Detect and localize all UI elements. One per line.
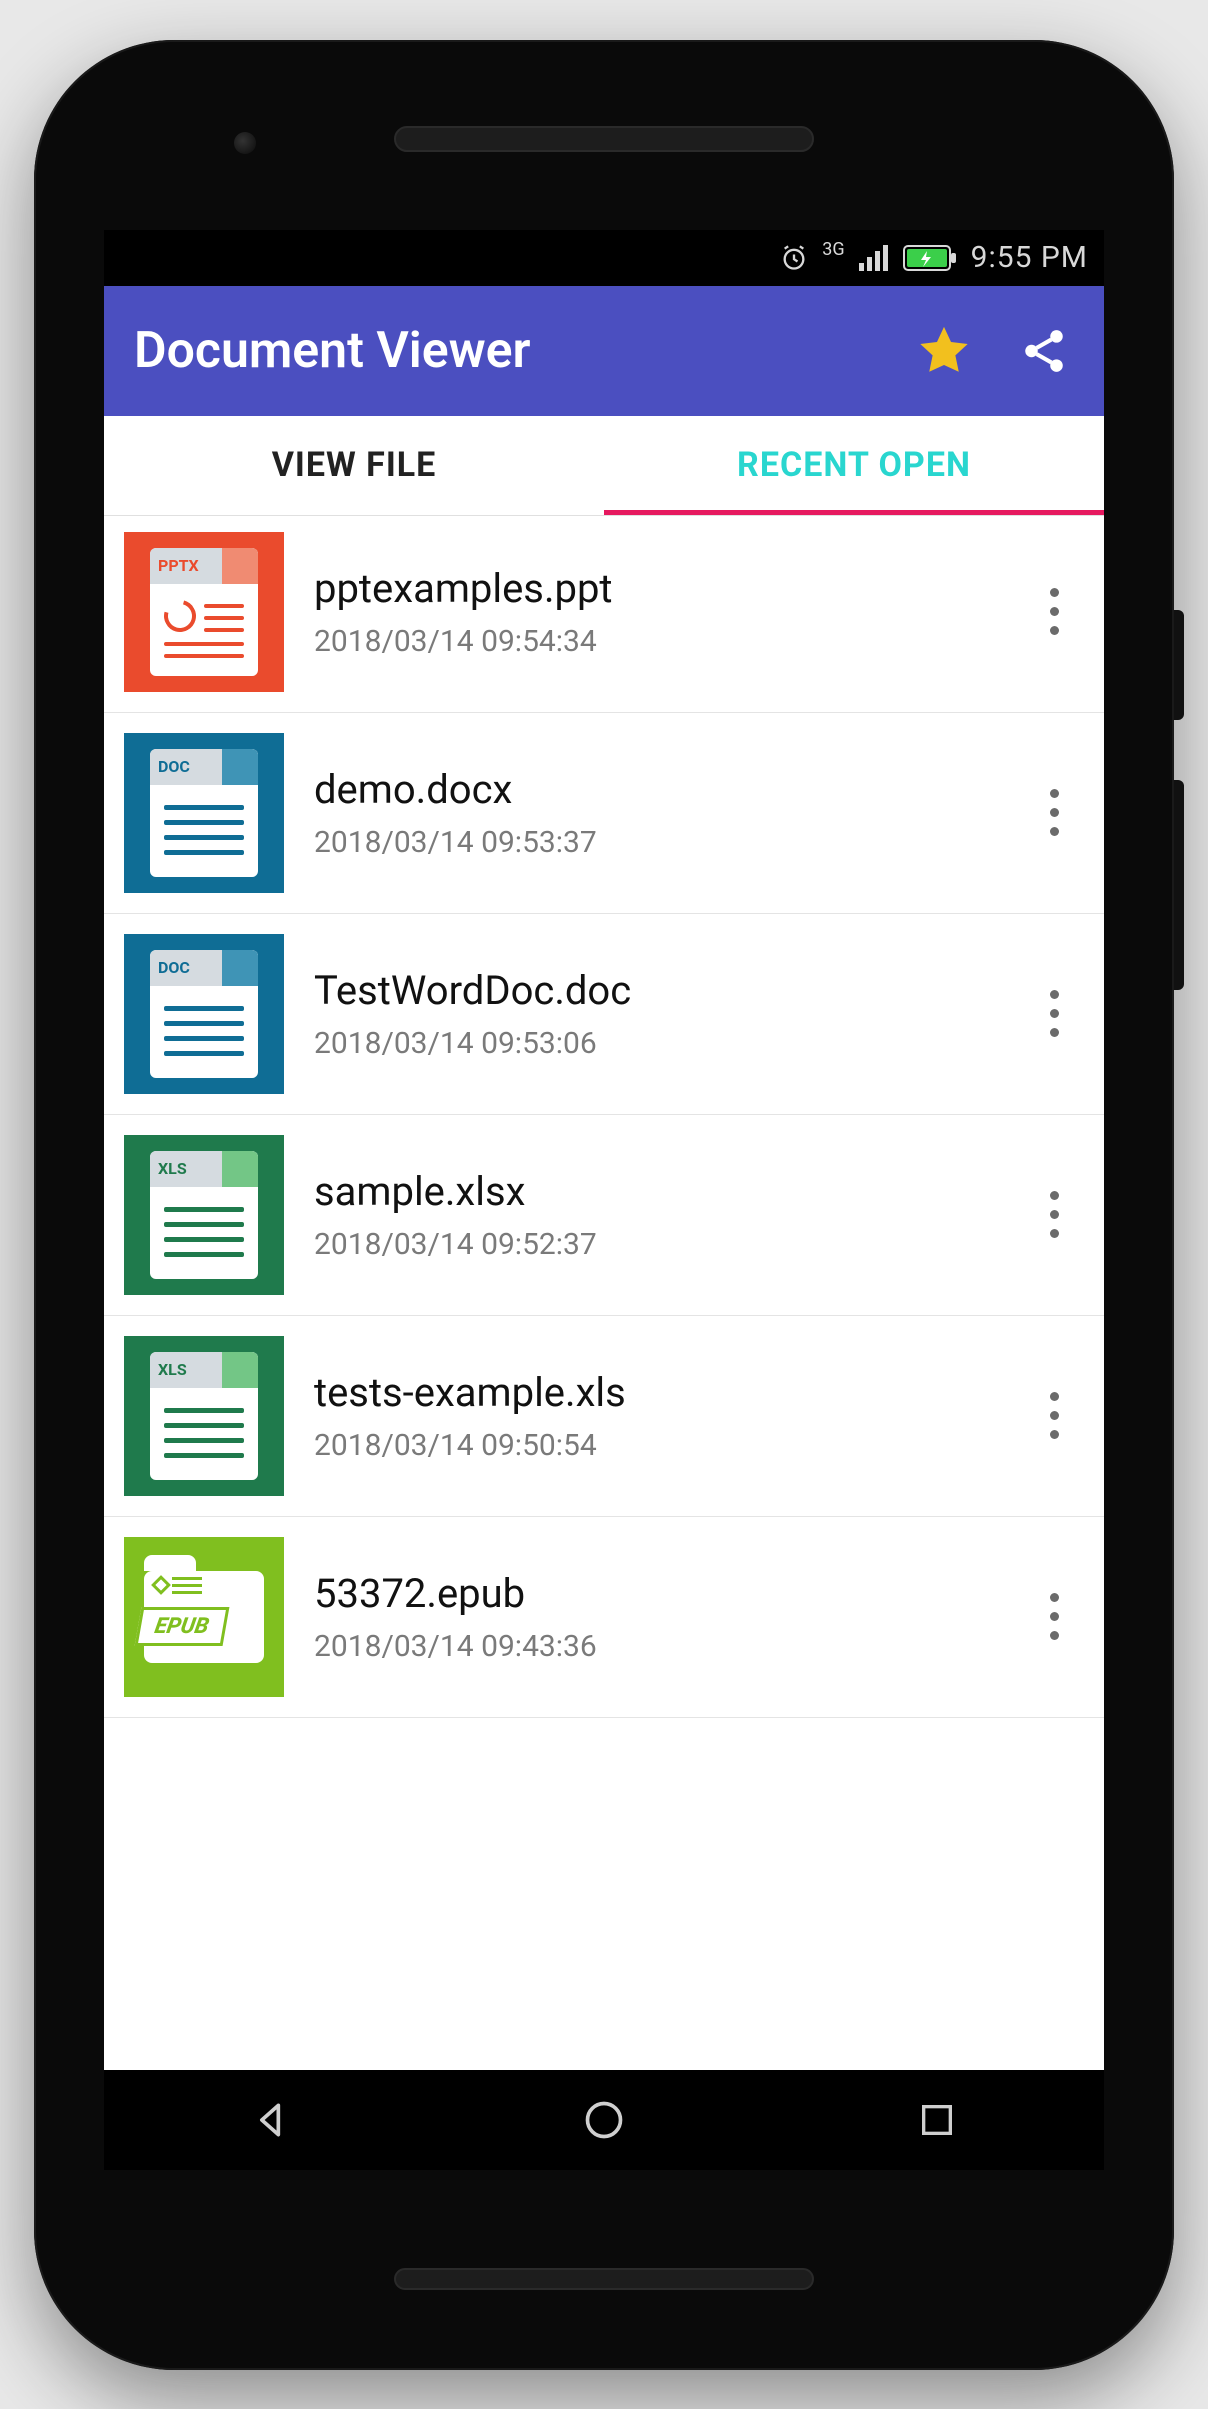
file-name: pptexamples.ppt [314,565,994,612]
tab-label: VIEW FILE [272,445,437,485]
list-item[interactable]: PPTX pptexamples.ppt 2018/03/14 09:54:34 [104,516,1104,713]
screen: 3G 9:55 PM Document [104,230,1104,2170]
side-button [1174,610,1184,720]
file-type-badge: DOC [158,958,190,977]
file-name: tests-example.xls [314,1369,994,1416]
pptx-file-icon: PPTX [124,532,284,692]
list-item[interactable]: EPUB 53372.epub 2018/03/14 09:43:36 [104,1517,1104,1718]
more-icon [1050,1392,1059,1401]
list-item[interactable]: DOC TestWordDoc.doc 2018/03/14 09:53:06 [104,914,1104,1115]
back-icon [249,2098,293,2142]
file-type-badge: DOC [158,757,190,776]
file-meta: 53372.epub 2018/03/14 09:43:36 [314,1570,994,1664]
more-icon [1050,1191,1059,1200]
more-button[interactable] [1024,1376,1084,1456]
status-bar: 3G 9:55 PM [104,230,1104,286]
recents-button[interactable] [907,2090,967,2150]
side-button [1174,780,1184,990]
list-item[interactable]: XLS tests-example.xls 2018/03/14 09:50:5… [104,1316,1104,1517]
file-date: 2018/03/14 09:54:34 [314,624,994,659]
file-date: 2018/03/14 09:43:36 [314,1629,994,1664]
file-name: TestWordDoc.doc [314,967,994,1014]
file-type-badge: XLS [158,1159,187,1178]
more-icon [1050,588,1059,597]
app-bar: Document Viewer [104,286,1104,416]
alarm-icon [780,244,808,272]
file-name: demo.docx [314,766,994,813]
network-type-label: 3G [822,239,844,260]
file-date: 2018/03/14 09:53:06 [314,1026,994,1061]
file-meta: TestWordDoc.doc 2018/03/14 09:53:06 [314,967,994,1061]
system-nav-bar [104,2070,1104,2170]
more-icon [1050,789,1059,798]
recents-icon [917,2100,957,2140]
file-meta: demo.docx 2018/03/14 09:53:37 [314,766,994,860]
more-icon [1050,1593,1059,1602]
file-meta: tests-example.xls 2018/03/14 09:50:54 [314,1369,994,1463]
proximity-sensor [234,132,256,154]
file-list: PPTX pptexamples.ppt 2018/03/14 09:54:34 [104,516,1104,1718]
file-type-badge: PPTX [158,556,199,575]
more-button[interactable] [1024,773,1084,853]
xls-file-icon: XLS [124,1336,284,1496]
list-item[interactable]: XLS sample.xlsx 2018/03/14 09:52:37 [104,1115,1104,1316]
bottom-speaker [394,2268,814,2290]
page-title: Document Viewer [134,322,884,380]
share-button[interactable] [1004,311,1084,391]
file-name: sample.xlsx [314,1168,994,1215]
signal-icon [859,245,889,271]
doc-file-icon: DOC [124,934,284,1094]
file-list-scroll[interactable]: PPTX pptexamples.ppt 2018/03/14 09:54:34 [104,516,1104,2070]
file-date: 2018/03/14 09:53:37 [314,825,994,860]
earpiece [394,126,814,152]
more-button[interactable] [1024,572,1084,652]
file-date: 2018/03/14 09:50:54 [314,1428,994,1463]
file-meta: pptexamples.ppt 2018/03/14 09:54:34 [314,565,994,659]
more-button[interactable] [1024,974,1084,1054]
tab-bar: VIEW FILE RECENT OPEN [104,416,1104,516]
list-item[interactable]: DOC demo.docx 2018/03/14 09:53:37 [104,713,1104,914]
favorite-button[interactable] [904,311,984,391]
file-type-badge: XLS [158,1360,187,1379]
xls-file-icon: XLS [124,1135,284,1295]
more-button[interactable] [1024,1577,1084,1657]
clock-label: 9:55 PM [971,240,1088,275]
back-button[interactable] [241,2090,301,2150]
star-icon [915,322,973,380]
phone-frame: 3G 9:55 PM Document [34,40,1174,2370]
home-button[interactable] [574,2090,634,2150]
file-date: 2018/03/14 09:52:37 [314,1227,994,1262]
tab-label: RECENT OPEN [737,445,971,485]
more-icon [1050,990,1059,999]
tab-view-file[interactable]: VIEW FILE [104,416,604,515]
doc-file-icon: DOC [124,733,284,893]
file-meta: sample.xlsx 2018/03/14 09:52:37 [314,1168,994,1262]
share-icon [1019,326,1069,376]
home-icon [582,2098,626,2142]
epub-file-icon: EPUB [124,1537,284,1697]
file-name: 53372.epub [314,1570,994,1617]
battery-icon [903,245,957,271]
file-type-badge: EPUB [135,1607,230,1646]
tab-recent-open[interactable]: RECENT OPEN [604,416,1104,515]
more-button[interactable] [1024,1175,1084,1255]
